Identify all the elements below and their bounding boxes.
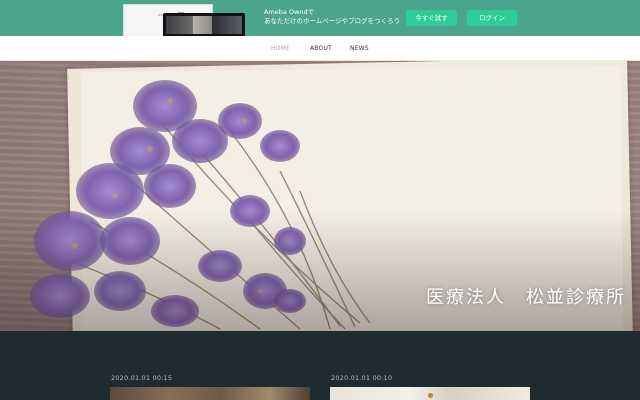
post-date: 2020.01.01 00:15 <box>111 374 173 382</box>
hero-image: 医療法人 松並診療所 <box>0 61 640 331</box>
promo-device-image <box>163 13 245 36</box>
nav-item-about[interactable]: ABOUT <box>310 45 332 52</box>
promo-text: Ameba Owndで あなただけのホームページやブログをつくろう <box>264 8 400 26</box>
promo-text-line2: あなただけのホームページやブログをつくろう <box>264 17 401 25</box>
post-thumbnail[interactable] <box>110 387 310 400</box>
news-section: 2020.01.01 00:15 2020.01.01 00:10 <box>0 331 640 400</box>
promo-banner: Ameba Owndで あなただけのホームページやブログをつくろう 今すぐ試す … <box>0 0 640 36</box>
login-button[interactable]: ログイン <box>467 10 517 26</box>
try-now-button[interactable]: 今すぐ試す <box>406 10 457 26</box>
nav-item-home[interactable]: HOME <box>271 45 290 52</box>
hero-title: 医療法人 松並診療所 <box>426 287 626 308</box>
promo-text-line1: Ameba Owndで <box>264 8 315 16</box>
post-thumbnail[interactable] <box>330 387 530 400</box>
post-date: 2020.01.01 00:10 <box>331 374 393 382</box>
nav-item-news[interactable]: NEWS <box>350 45 369 52</box>
main-nav: HOME ABOUT NEWS <box>0 36 640 61</box>
